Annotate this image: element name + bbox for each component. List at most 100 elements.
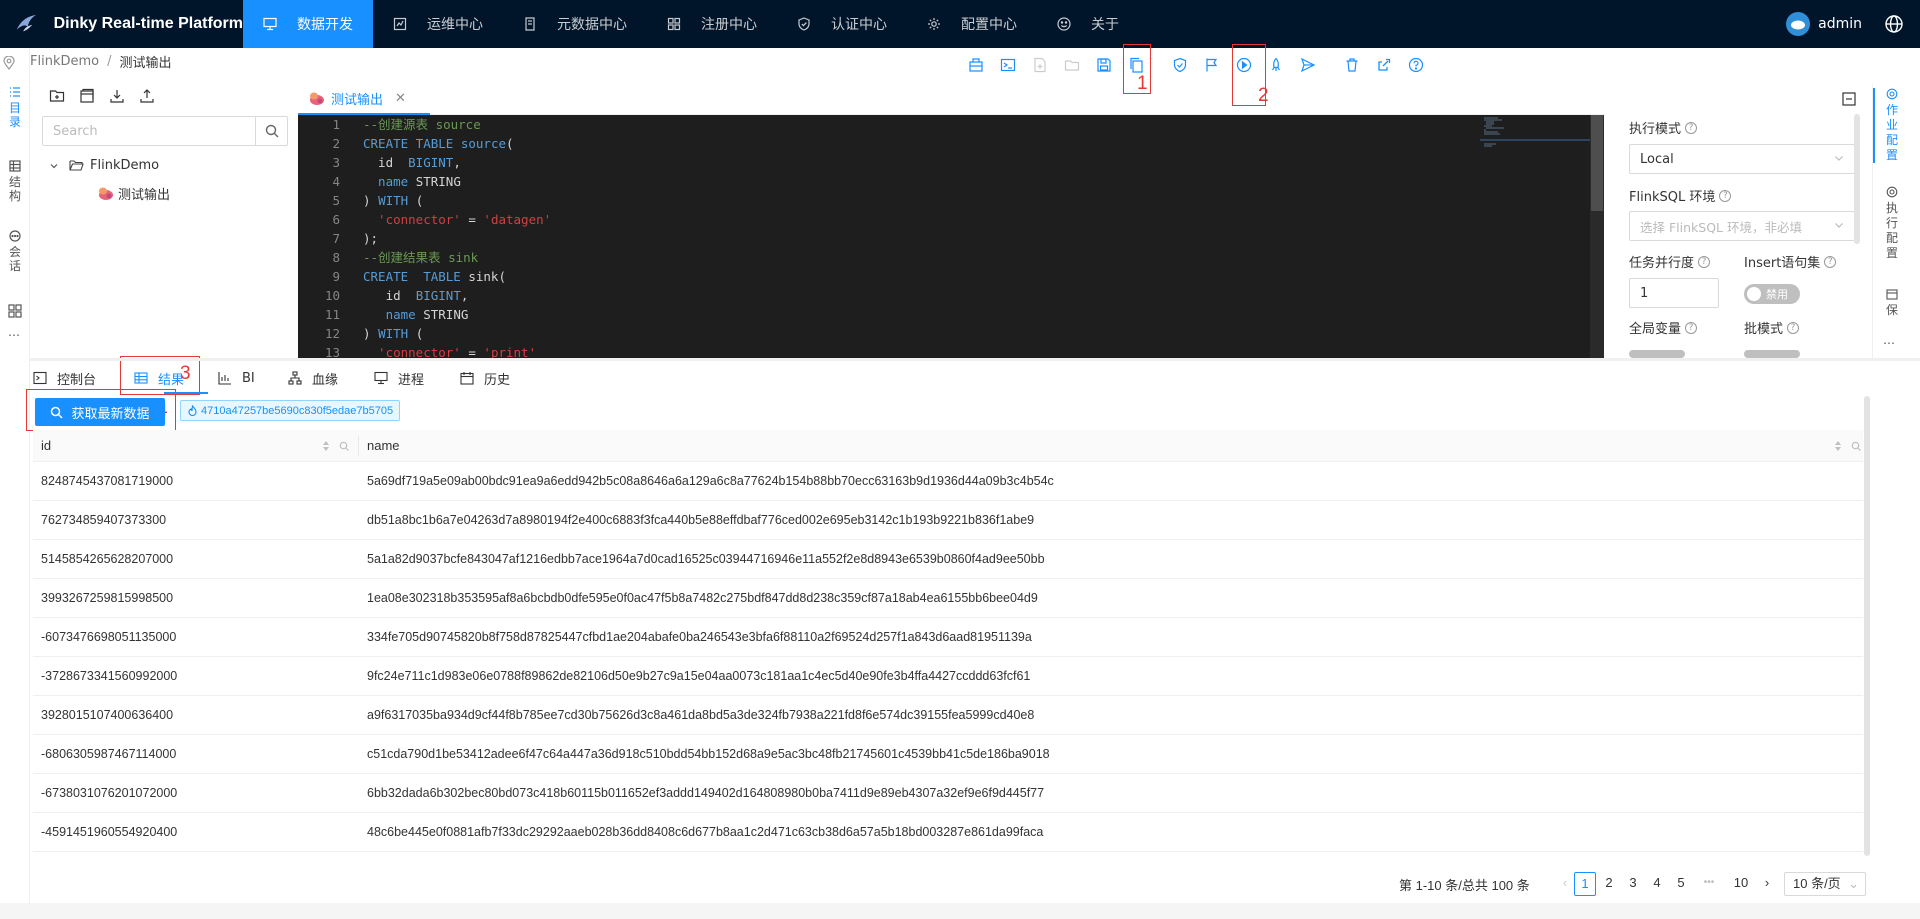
code-line[interactable]: CREATE TABLE source(: [363, 134, 1513, 153]
page-3[interactable]: 3: [1622, 872, 1644, 896]
more-icon[interactable]: ⋯: [8, 328, 20, 342]
next-page-icon[interactable]: ›: [1756, 872, 1778, 896]
help-icon[interactable]: ?: [1787, 321, 1800, 334]
column-header-id[interactable]: id: [41, 430, 51, 462]
search-input[interactable]: [43, 117, 255, 145]
tab-bi[interactable]: BI: [218, 361, 255, 395]
code-area[interactable]: --创建源表 source CREATE TABLE source( id BIG…: [363, 115, 1513, 358]
tab-console[interactable]: 控制台: [33, 361, 96, 395]
new-file-icon[interactable]: [1030, 55, 1050, 75]
right-tab-1[interactable]: 作业配置: [1873, 88, 1901, 163]
terminal-icon[interactable]: [998, 55, 1018, 75]
parallelism-input[interactable]: 1: [1629, 278, 1719, 308]
column-divider[interactable]: [358, 436, 359, 456]
filter-search-icon[interactable]: [339, 438, 349, 454]
column-header-name[interactable]: name: [367, 430, 400, 462]
page-ellipsis[interactable]: •••: [1698, 872, 1720, 896]
code-line[interactable]: );: [363, 229, 1513, 248]
sql-editor[interactable]: 1 2 3 4 5 6 7 8 9 10 11 12 13 --创建源表 source CREATE TA…: [298, 115, 1604, 358]
tree-file-test-output[interactable]: 测试输出: [97, 184, 170, 203]
nav-item-1[interactable]: 数据开发: [243, 0, 373, 48]
code-line[interactable]: 'connector' = 'datagen': [363, 210, 1513, 229]
link-icon[interactable]: [1374, 55, 1394, 75]
page-4[interactable]: 4: [1646, 872, 1668, 896]
left-tab-3[interactable]: 会话: [0, 230, 30, 273]
logo[interactable]: Dinky Real-time Platform: [0, 0, 243, 48]
code-line[interactable]: ) WITH (: [363, 324, 1513, 343]
table-row[interactable]: 8248745437081719000 5a69df719a5e09ab00bdc…: [33, 462, 1863, 501]
editor-tab-test-output[interactable]: 测试输出 ✕: [298, 84, 430, 115]
page-1[interactable]: 1: [1574, 872, 1596, 896]
user-menu[interactable]: admin: [1786, 0, 1862, 48]
nav-item-3[interactable]: 元数据中心: [503, 0, 647, 48]
close-icon[interactable]: ✕: [395, 91, 406, 106]
apps-grid-icon[interactable]: [8, 304, 22, 318]
new-folder-icon[interactable]: [49, 88, 65, 104]
language-globe-icon[interactable]: [1884, 14, 1904, 34]
help-icon[interactable]: ?: [1685, 321, 1698, 334]
code-line[interactable]: ) WITH (: [363, 191, 1513, 210]
batch-mode-toggle[interactable]: [1744, 350, 1800, 358]
open-folder-icon[interactable]: [1062, 55, 1082, 75]
code-line[interactable]: 'connector' = 'print': [363, 343, 1513, 358]
send-icon[interactable]: [1298, 55, 1318, 75]
table-row[interactable]: 5145854265628207000 5a1a82d9037bcfe843047…: [33, 540, 1863, 579]
config-scrollbar[interactable]: [1854, 114, 1860, 244]
table-row[interactable]: -6073476698051135000 334fe705d90745820b8f…: [33, 618, 1863, 657]
tree-folder-flinkdemo[interactable]: FlinkDemo: [49, 158, 159, 173]
page-size-select[interactable]: 10 条/页 ⌄: [1784, 872, 1866, 896]
upload-icon[interactable]: [139, 88, 155, 104]
sort-icon[interactable]: [1833, 438, 1843, 454]
flinksql-env-select[interactable]: 选择 FlinkSQL 环境，非必填: [1629, 211, 1855, 241]
help-icon[interactable]: ?: [1719, 189, 1732, 202]
table-row[interactable]: 3928015107400636400 a9f6317035ba934d9cf44…: [33, 696, 1863, 735]
delete-icon[interactable]: [1342, 55, 1362, 75]
nav-item-6[interactable]: 配置中心: [907, 0, 1037, 48]
search-icon[interactable]: [255, 117, 287, 145]
code-line[interactable]: name STRING: [363, 172, 1513, 191]
collapse-panel-icon[interactable]: [1842, 92, 1856, 106]
table-row[interactable]: -4591451960554920400 48c6be445e0f0881afb7…: [33, 813, 1863, 852]
code-line[interactable]: CREATE TABLE sink(: [363, 267, 1513, 286]
copy-catalog-icon[interactable]: [79, 88, 95, 104]
left-tab-1[interactable]: 目录: [0, 86, 30, 129]
tab-results[interactable]: 结果: [134, 361, 184, 395]
tab-history[interactable]: 历史: [460, 361, 510, 395]
save-icon[interactable]: [1094, 55, 1114, 75]
breadcrumb-root[interactable]: FlinkDemo: [30, 54, 99, 69]
code-line[interactable]: name STRING: [363, 305, 1513, 324]
download-icon[interactable]: [109, 88, 125, 104]
code-line[interactable]: id BIGINT,: [363, 286, 1513, 305]
filter-search-icon[interactable]: [1851, 438, 1861, 454]
flag-icon[interactable]: [1202, 55, 1222, 75]
rocket-icon[interactable]: [1266, 55, 1286, 75]
tab-lineage[interactable]: 血缘: [288, 361, 338, 395]
table-row[interactable]: -6738031076201072000 6bb32dada6b302bec80b…: [33, 774, 1863, 813]
code-line[interactable]: id BIGINT,: [363, 153, 1513, 172]
nav-item-7[interactable]: 关于: [1037, 0, 1139, 48]
editor-scrollbar[interactable]: [1590, 115, 1604, 358]
editor-scroll-thumb[interactable]: [1591, 115, 1603, 211]
help-icon[interactable]: ?: [1698, 255, 1711, 268]
table-scrollbar[interactable]: [1863, 396, 1871, 862]
help-icon[interactable]: ?: [1824, 255, 1837, 268]
help-icon[interactable]: [1406, 55, 1426, 75]
right-tab-3[interactable]: 保: [1883, 288, 1901, 318]
check-shield-icon[interactable]: [1170, 55, 1190, 75]
nav-item-4[interactable]: 注册中心: [647, 0, 777, 48]
insert-set-toggle[interactable]: 禁用: [1744, 284, 1800, 304]
help-icon[interactable]: ?: [1685, 121, 1698, 134]
sort-icon[interactable]: [321, 438, 331, 454]
table-scroll-thumb[interactable]: [1864, 396, 1870, 856]
more-icon[interactable]: ⋯: [1883, 336, 1895, 350]
code-line[interactable]: --创建结果表 sink: [363, 248, 1513, 267]
code-line[interactable]: --创建源表 source: [363, 115, 1513, 134]
page-5[interactable]: 5: [1670, 872, 1692, 896]
nav-item-5[interactable]: 认证中心: [777, 0, 907, 48]
page-2[interactable]: 2: [1598, 872, 1620, 896]
code-minimap[interactable]: [1480, 115, 1590, 358]
table-row[interactable]: -6806305987467114000 c51cda790d1be53412ad…: [33, 735, 1863, 774]
exec-mode-select[interactable]: Local: [1629, 144, 1855, 174]
page-10[interactable]: 10: [1730, 872, 1752, 896]
tasks-icon[interactable]: [966, 55, 986, 75]
